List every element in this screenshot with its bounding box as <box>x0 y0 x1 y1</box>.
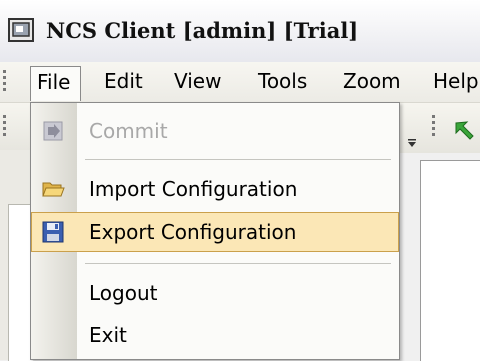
folder-open-icon <box>42 182 65 197</box>
menu-item-commit[interactable]: Commit <box>31 111 399 151</box>
menu-item-import-configuration[interactable]: Import Configuration <box>31 169 399 209</box>
window-title: NCS Client [admin] [Trial] <box>46 18 359 43</box>
menubar-grip[interactable] <box>3 70 7 94</box>
menu-item-label: Import Configuration <box>89 177 298 201</box>
menu-tools[interactable]: Tools <box>252 66 313 97</box>
commit-icon <box>43 121 63 141</box>
menu-item-label: Commit <box>89 119 168 143</box>
toolbar-overflow-icon[interactable] <box>408 139 416 147</box>
app-icon <box>8 18 34 42</box>
menu-bar: File Edit View Tools Zoom Help <box>0 62 480 103</box>
menu-item-label: Export Configuration <box>89 220 297 244</box>
menu-item-exit[interactable]: Exit <box>31 315 399 355</box>
menu-item-logout[interactable]: Logout <box>31 273 399 313</box>
back-arrow-icon[interactable] <box>452 119 476 143</box>
menu-separator <box>85 159 391 160</box>
menu-item-label: Logout <box>89 281 158 305</box>
content-pane <box>420 160 480 361</box>
menu-file[interactable]: File <box>30 66 81 101</box>
menu-view[interactable]: View <box>168 66 227 97</box>
menu-item-export-configuration[interactable]: Export Configuration <box>31 212 399 252</box>
toolbar-grip[interactable] <box>3 115 7 139</box>
toolbar-grip-2[interactable] <box>432 115 436 139</box>
file-menu-dropdown: Commit Import Configuration Export Confi… <box>30 102 400 360</box>
menu-item-label: Exit <box>89 323 127 347</box>
title-bar: NCS Client [admin] [Trial] <box>0 0 480 63</box>
floppy-disk-icon <box>42 221 64 243</box>
menu-separator <box>85 263 391 264</box>
menu-help[interactable]: Help <box>427 66 480 97</box>
menu-zoom[interactable]: Zoom <box>337 66 407 97</box>
menu-edit[interactable]: Edit <box>98 66 149 97</box>
